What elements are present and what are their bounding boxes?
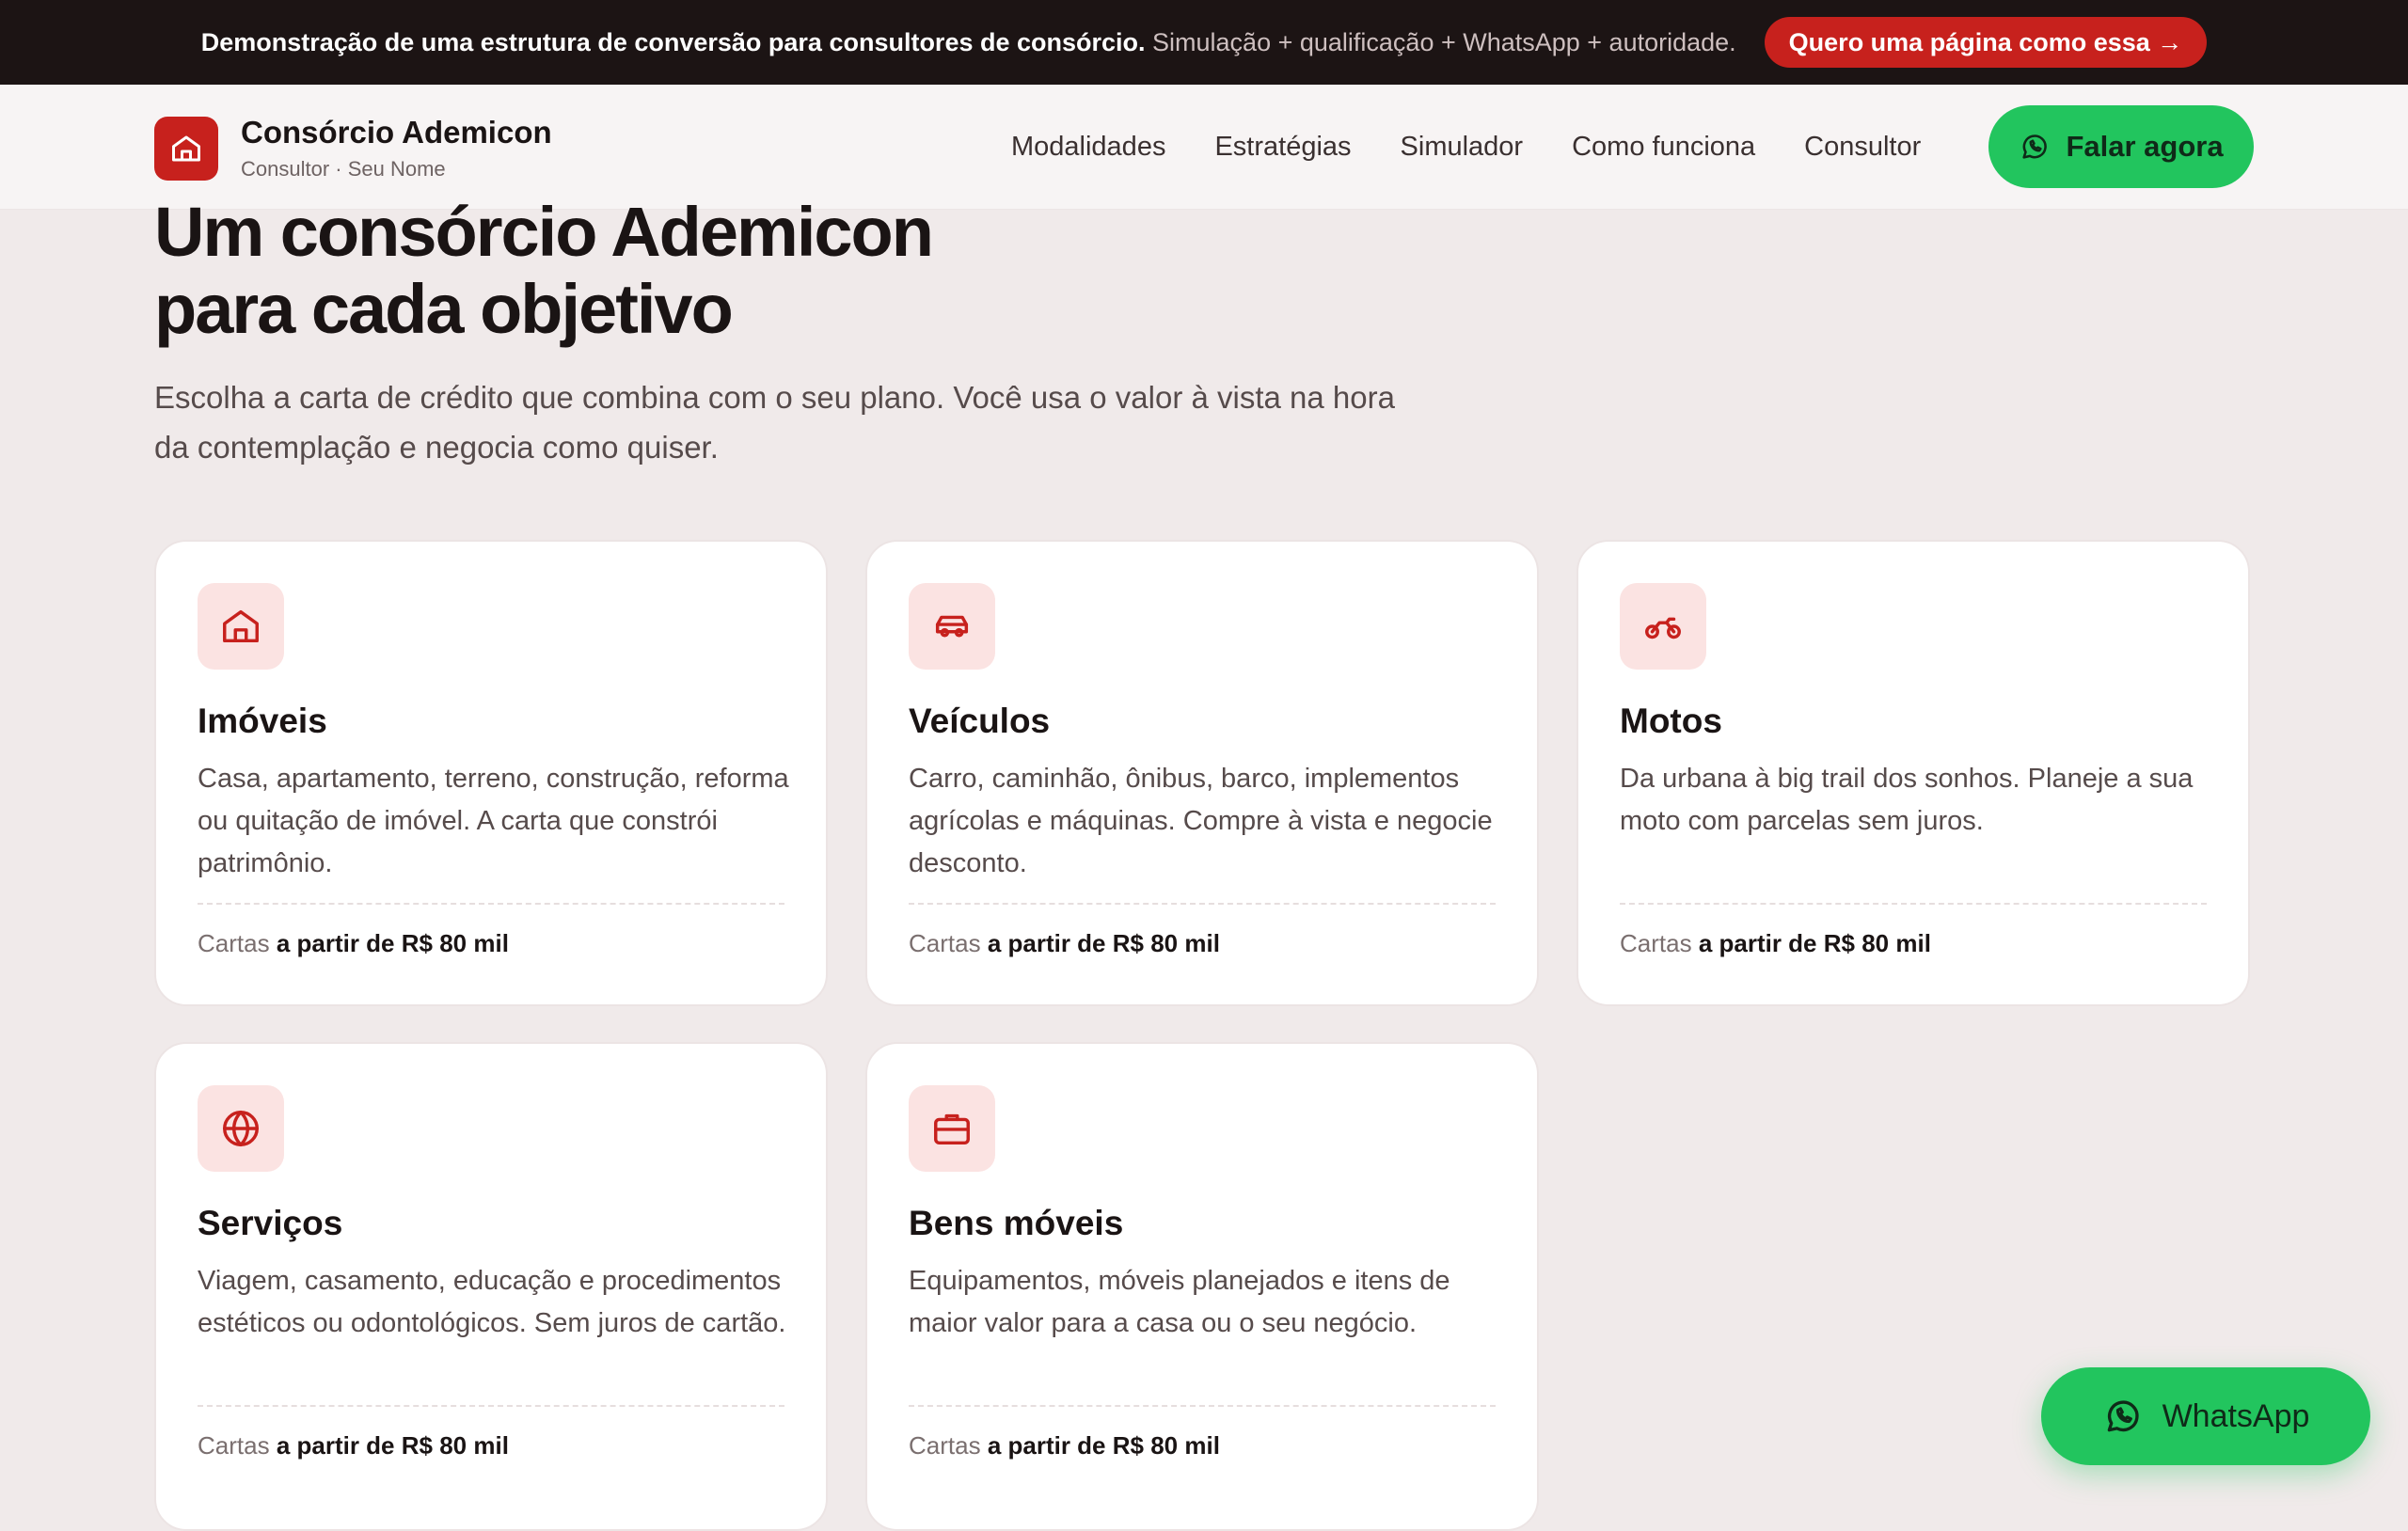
card-footer: Cartas a partir de R$ 80 mil — [198, 1431, 509, 1460]
card-icon-tile — [198, 583, 284, 670]
card-description: Da urbana à big trail dos sonhos. Planej… — [1620, 764, 2194, 836]
card-divider — [909, 903, 1496, 905]
whatsapp-icon — [2107, 1400, 2139, 1432]
category-card-bens-moveis[interactable]: Bens móveis Equipamentos, móveis planeja… — [865, 1042, 1539, 1531]
motorcycle-icon — [1645, 617, 1681, 639]
brand-logo — [154, 117, 218, 181]
card-divider — [909, 1405, 1496, 1407]
house-icon — [172, 135, 200, 162]
whatsapp-float-button[interactable]: WhatsApp — [2041, 1367, 2370, 1465]
nav-item-como-funciona[interactable]: Como funciona — [1572, 132, 1755, 163]
card-footer-value: a partir de R$ 80 mil — [276, 1431, 509, 1460]
car-icon — [935, 615, 969, 638]
announcement-bold: Demonstração de uma estrutura de convers… — [200, 27, 1146, 56]
card-description: Viagem, casamento, educação e procedimen… — [198, 1266, 786, 1338]
card-footer-prefix: Cartas — [198, 1431, 270, 1460]
category-card-veiculos[interactable]: Veículos Carro, caminhão, ônibus, barco,… — [865, 540, 1539, 1006]
nav-item-modalidades[interactable]: Modalidades — [1011, 132, 1165, 163]
whatsapp-icon — [2022, 134, 2048, 159]
brand-subtitle: Consultor · Seu Nome — [241, 157, 446, 181]
card-footer-prefix: Cartas — [198, 929, 270, 957]
briefcase-icon — [934, 1113, 970, 1145]
brand-text: Consórcio Ademicon Consultor · Seu Nome — [241, 114, 552, 183]
card-footer-value: a partir de R$ 80 mil — [276, 929, 509, 957]
card-icon-tile — [909, 583, 995, 670]
whatsapp-float-label: WhatsApp — [2162, 1397, 2310, 1434]
talk-now-button[interactable]: Falar agora — [1988, 105, 2254, 188]
house-icon — [223, 609, 259, 643]
page-title-line-2: para cada objetivo — [154, 270, 734, 348]
card-footer-value: a partir de R$ 80 mil — [987, 1431, 1220, 1460]
card-divider — [198, 1405, 784, 1407]
card-description: Casa, apartamento, terreno, construção, … — [198, 764, 789, 878]
card-title: Veículos — [909, 702, 1051, 740]
brand-name: Consórcio Ademicon — [241, 115, 552, 150]
brand[interactable]: Consórcio Ademicon Consultor · Seu Nome — [154, 114, 552, 183]
card-footer-prefix: Cartas — [909, 1431, 981, 1460]
card-title: Imóveis — [198, 702, 327, 740]
card-footer: Cartas a partir de R$ 80 mil — [1620, 929, 1931, 958]
announcement-cta-button[interactable]: Quero uma página como essa → — [1764, 17, 2208, 68]
card-description: Equipamentos, móveis planejados e itens … — [909, 1266, 1450, 1338]
card-divider — [1620, 903, 2207, 905]
card-footer-prefix: Cartas — [909, 929, 981, 957]
card-footer-value: a partir de R$ 80 mil — [987, 929, 1220, 957]
announcement-text: Demonstração de uma estrutura de convers… — [201, 28, 1736, 57]
card-description: Carro, caminhão, ônibus, barco, implemen… — [909, 764, 1493, 878]
announcement-bar: Demonstração de uma estrutura de convers… — [0, 0, 2408, 85]
category-card-imoveis[interactable]: Imóveis Casa, apartamento, terreno, cons… — [154, 540, 828, 1006]
card-footer-prefix: Cartas — [1620, 929, 1692, 957]
card-footer: Cartas a partir de R$ 80 mil — [909, 1431, 1220, 1460]
card-footer-value: a partir de R$ 80 mil — [1698, 929, 1931, 957]
category-card-motos[interactable]: Motos Da urbana à big trail dos sonhos. … — [1576, 540, 2250, 1006]
card-footer: Cartas a partir de R$ 80 mil — [909, 929, 1220, 958]
nav-item-simulador[interactable]: Simulador — [1401, 132, 1524, 163]
card-title: Motos — [1620, 702, 1722, 740]
globe-icon — [223, 1111, 259, 1146]
card-title: Serviços — [198, 1204, 343, 1242]
nav-item-consultor[interactable]: Consultor — [1804, 132, 1921, 163]
card-divider — [198, 903, 784, 905]
card-icon-tile — [198, 1085, 284, 1172]
card-title: Bens móveis — [909, 1204, 1124, 1242]
announcement-rest: Simulação + qualificação + WhatsApp + au… — [1152, 27, 1736, 56]
page-subtitle: Escolha a carta de crédito que combina c… — [154, 380, 1395, 465]
page-title: Um consórcio Ademicon para cada objetivo — [154, 194, 1189, 348]
card-footer: Cartas a partir de R$ 80 mil — [198, 929, 509, 958]
page-title-line-1: Um consórcio Ademicon — [154, 193, 934, 271]
card-icon-tile — [1620, 583, 1706, 670]
talk-now-label: Falar agora — [2066, 130, 2224, 163]
main-nav: Modalidades Estratégias Simulador Como f… — [1011, 85, 1921, 209]
card-icon-tile — [909, 1085, 995, 1172]
site-header: Consórcio Ademicon Consultor · Seu Nome … — [0, 85, 2408, 210]
category-card-servicos[interactable]: Serviços Viagem, casamento, educação e p… — [154, 1042, 828, 1531]
nav-item-estrategias[interactable]: Estratégias — [1214, 132, 1351, 163]
